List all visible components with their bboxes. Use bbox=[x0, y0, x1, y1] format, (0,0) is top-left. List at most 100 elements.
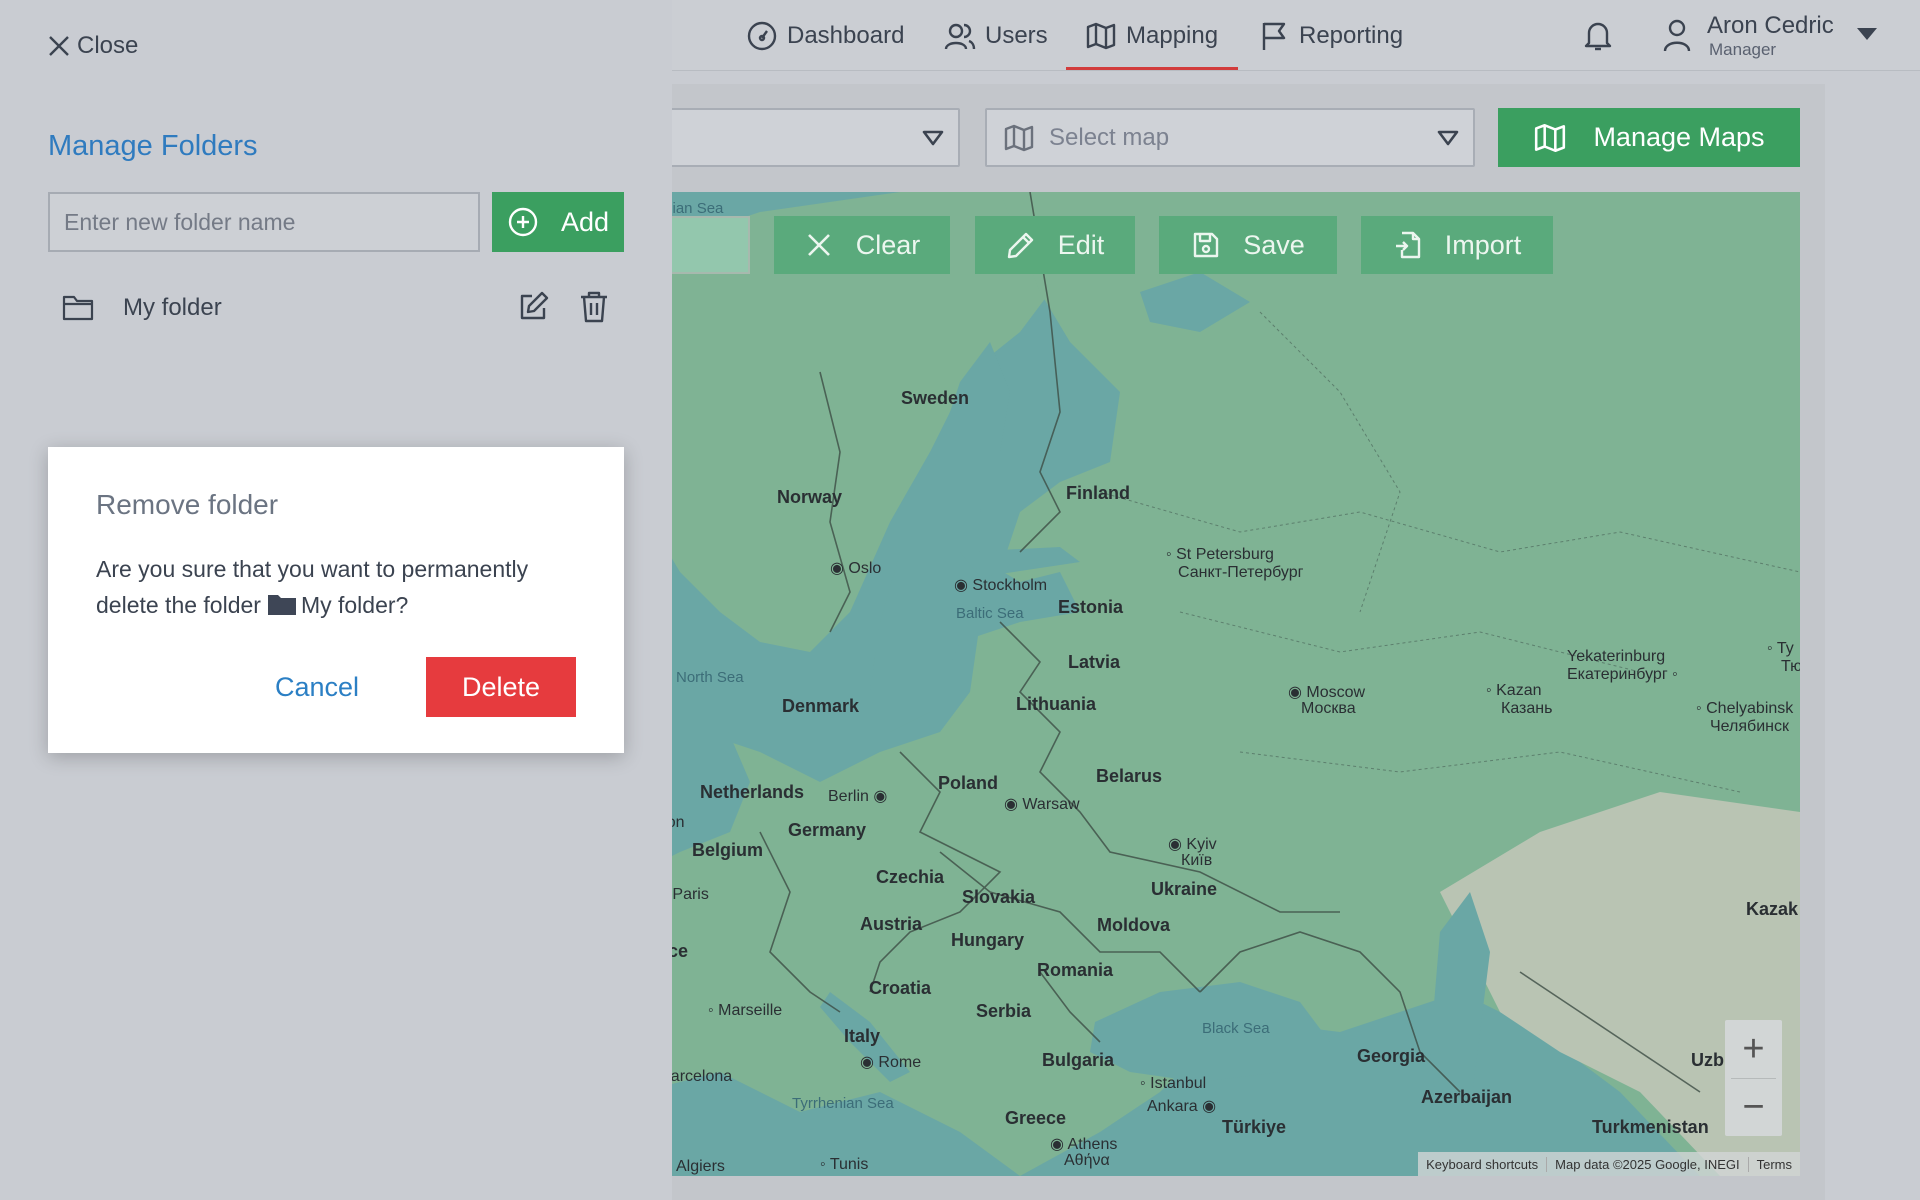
map-country-label: Latvia bbox=[1068, 652, 1121, 672]
map-attribution: Keyboard shortcuts Map data ©2025 Google… bbox=[1418, 1152, 1800, 1176]
folder-icon bbox=[62, 295, 94, 321]
map-country-label: Moldova bbox=[1097, 915, 1171, 935]
user-name[interactable]: Aron Cedric bbox=[1707, 12, 1834, 40]
map-country-label: Germany bbox=[788, 820, 867, 840]
map-country-label: Italy bbox=[844, 1026, 881, 1046]
nav-item-dashboard[interactable]: Dashboard bbox=[746, 18, 904, 54]
city-name: Moscow bbox=[1306, 684, 1366, 701]
new-folder-input[interactable] bbox=[48, 192, 480, 252]
close-label: Close bbox=[77, 32, 139, 59]
map-country-label: Turkmenistan bbox=[1592, 1117, 1709, 1137]
city-name: Kazan bbox=[1496, 682, 1542, 699]
map-city-label: Berlin ◉ bbox=[828, 788, 888, 805]
save-label: Save bbox=[1243, 229, 1305, 260]
nav-label: Users bbox=[985, 22, 1048, 49]
close-icon bbox=[49, 36, 69, 56]
map-sea-label: North Sea bbox=[676, 669, 744, 686]
zoom-in-button[interactable]: + bbox=[1725, 1020, 1782, 1078]
user-icon[interactable] bbox=[1662, 18, 1692, 52]
map-country-label: Ukraine bbox=[1151, 879, 1218, 899]
map-country-label: Azerbaijan bbox=[1421, 1087, 1513, 1107]
zoom-out-button[interactable]: − bbox=[1725, 1078, 1782, 1136]
map-country-label: Türkiye bbox=[1222, 1117, 1287, 1137]
map-select[interactable]: Select map bbox=[985, 108, 1475, 167]
city-name: Екатеринбург bbox=[1567, 666, 1668, 683]
map-city-label: ◉ Kyiv bbox=[1168, 836, 1217, 853]
bell-icon[interactable] bbox=[1582, 18, 1614, 52]
nav-label: Dashboard bbox=[787, 22, 905, 49]
map-country-label: Sweden bbox=[901, 388, 970, 408]
map-city-label: ◉ Warsaw bbox=[1004, 796, 1080, 813]
folder-list-item[interactable]: My folder bbox=[48, 282, 624, 332]
edit-icon[interactable] bbox=[518, 290, 550, 322]
nav-label: Reporting bbox=[1299, 22, 1404, 49]
city-name: Ankara bbox=[1147, 1098, 1198, 1115]
map-country-label: Denmark bbox=[782, 696, 860, 716]
trash-icon[interactable] bbox=[578, 290, 610, 324]
dialog-title: Remove folder bbox=[96, 489, 279, 520]
map-country-label: Netherlands bbox=[700, 782, 805, 802]
map-country-label: Belarus bbox=[1096, 766, 1163, 786]
nav-label: Mapping bbox=[1126, 22, 1219, 49]
city-name: Ty bbox=[1776, 640, 1794, 657]
keyboard-shortcuts-link[interactable]: Keyboard shortcuts bbox=[1418, 1156, 1548, 1172]
city-name: Paris bbox=[672, 886, 709, 903]
folder-select[interactable] bbox=[640, 108, 960, 167]
close-icon bbox=[807, 234, 830, 256]
chevron-down-icon[interactable] bbox=[1855, 25, 1879, 43]
clear-button[interactable]: Clear bbox=[774, 216, 950, 274]
zoom-controls: + − bbox=[1725, 1020, 1782, 1136]
nav-item-mapping[interactable]: Mapping bbox=[1085, 18, 1218, 54]
save-button[interactable]: Save bbox=[1159, 216, 1337, 274]
map-city-label: ◦ Tunis bbox=[820, 1156, 869, 1173]
city-name: St Petersburg bbox=[1176, 546, 1274, 563]
close-button[interactable]: Close bbox=[47, 32, 138, 60]
map-country-label: Serbia bbox=[976, 1001, 1032, 1021]
map-country-label: Croatia bbox=[869, 978, 932, 998]
city-name: Chelyabinsk bbox=[1706, 700, 1794, 717]
map-city-label: ◉ Stockholm bbox=[954, 577, 1048, 594]
nav-item-reporting[interactable]: Reporting bbox=[1258, 18, 1403, 54]
panel-title: Manage Folders bbox=[48, 130, 258, 162]
map-data-credit: Map data ©2025 Google, INEGI bbox=[1547, 1156, 1749, 1172]
map-city-label: ◦ Kazan bbox=[1486, 682, 1542, 699]
chevron-down-icon bbox=[1437, 130, 1459, 146]
folder-name: My folder bbox=[123, 294, 222, 321]
map-country-label: Bulgaria bbox=[1042, 1050, 1115, 1070]
map-country-label: Poland bbox=[938, 773, 999, 793]
nav-item-users[interactable]: Users bbox=[944, 18, 1048, 54]
city-name: Rome bbox=[878, 1054, 922, 1071]
map-city-label: Челябинск bbox=[1710, 718, 1789, 735]
dialog-message-end: ? bbox=[395, 592, 409, 618]
delete-button[interactable]: Delete bbox=[426, 657, 576, 717]
map-city-label: Ankara ◉ bbox=[1147, 1098, 1217, 1115]
map-view[interactable]: Clear Edit Save Import rwegian Sea Balti… bbox=[640, 192, 1800, 1176]
map-country-label: Hungary bbox=[951, 930, 1025, 950]
import-label: Import bbox=[1444, 229, 1522, 260]
import-button[interactable]: Import bbox=[1361, 216, 1553, 274]
map-city-label: ◦ St Petersburg bbox=[1166, 546, 1274, 563]
cancel-button[interactable]: Cancel bbox=[262, 657, 372, 717]
map-sea-label: Tyrrhenian Sea bbox=[792, 1095, 894, 1112]
terms-link[interactable]: Terms bbox=[1749, 1157, 1800, 1172]
add-folder-button[interactable]: Add bbox=[492, 192, 624, 252]
edit-button[interactable]: Edit bbox=[975, 216, 1135, 274]
dialog-message: Are you sure that you want to permanentl… bbox=[96, 551, 596, 623]
map-city-label: ◦ Marseille bbox=[708, 1002, 783, 1019]
city-name: Warsaw bbox=[1022, 796, 1080, 813]
city-name: Oslo bbox=[848, 560, 882, 577]
manage-maps-button[interactable]: Manage Maps bbox=[1498, 108, 1800, 167]
map-icon bbox=[1004, 124, 1034, 151]
map-country-label: Slovakia bbox=[962, 887, 1036, 907]
active-tab-indicator bbox=[1066, 67, 1238, 70]
map-select-placeholder: Select map bbox=[1049, 123, 1170, 151]
city-name: Kyiv bbox=[1186, 836, 1217, 853]
map-city-label: ◉ Oslo bbox=[830, 560, 882, 577]
edit-label: Edit bbox=[1057, 229, 1105, 260]
map-city-label: Київ bbox=[1181, 852, 1213, 869]
map-country-label: Czechia bbox=[876, 867, 945, 887]
map-sea-label: Black Sea bbox=[1202, 1020, 1270, 1037]
save-icon bbox=[1194, 232, 1219, 258]
chevron-down-icon bbox=[922, 130, 944, 146]
file-import-icon bbox=[1395, 231, 1420, 259]
